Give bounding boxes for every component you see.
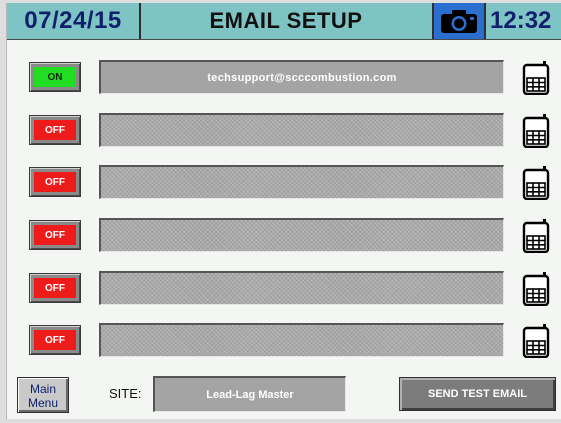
header-date: 07/24/15 [7,3,141,39]
toggle-label: OFF [34,330,76,350]
recipient-toggle-button[interactable]: OFF [29,325,81,355]
recipient-row: ON techsupport@scccombustion.com [7,58,561,96]
recipient-row: OFF [7,163,561,201]
mobile-phone-icon[interactable] [522,272,550,306]
mobile-phone-icon[interactable] [522,166,550,200]
camera-icon [441,10,477,33]
page-title: EMAIL SETUP [209,8,363,33]
main-menu-button[interactable]: Main Menu [17,377,69,413]
header-time: 12:32 [490,7,552,34]
recipient-row: OFF [7,111,561,149]
send-test-email-button[interactable]: SEND TEST EMAIL [399,377,556,411]
recipient-toggle-button[interactable]: OFF [29,220,81,250]
toggle-label: OFF [34,225,76,245]
mobile-phone-icon[interactable] [522,219,550,253]
email-field[interactable] [99,271,504,305]
email-field[interactable]: techsupport@scccombustion.com [99,60,504,94]
header-bar: 07/24/15 EMAIL SETUP 12:32 [7,3,561,40]
toggle-label: OFF [34,172,76,192]
recipient-toggle-button[interactable]: OFF [29,115,81,145]
email-setup-screen: 07/24/15 EMAIL SETUP 12:32 ON techsuppor… [6,3,561,419]
mobile-phone-icon[interactable] [522,61,550,95]
email-field[interactable] [99,113,504,147]
mobile-phone-icon[interactable] [522,114,550,148]
site-label: SITE: [109,386,142,401]
recipient-toggle-button[interactable]: OFF [29,273,81,303]
toggle-label: OFF [34,278,76,298]
email-field[interactable] [99,165,504,199]
main-menu-label-line2: Menu [27,396,59,410]
recipient-row: OFF [7,321,561,359]
recipient-row: OFF [7,216,561,254]
email-field[interactable] [99,218,504,252]
site-name-field[interactable]: Lead-Lag Master [153,376,346,412]
main-menu-label-line1: Main [29,382,56,396]
mobile-phone-icon[interactable] [522,324,550,358]
recipient-toggle-button[interactable]: OFF [29,167,81,197]
screenshot-button[interactable] [432,3,486,39]
email-field[interactable] [99,323,504,357]
recipient-toggle-button[interactable]: ON [29,62,81,92]
toggle-label: ON [34,67,76,87]
recipient-row: OFF [7,269,561,307]
toggle-label: OFF [34,120,76,140]
